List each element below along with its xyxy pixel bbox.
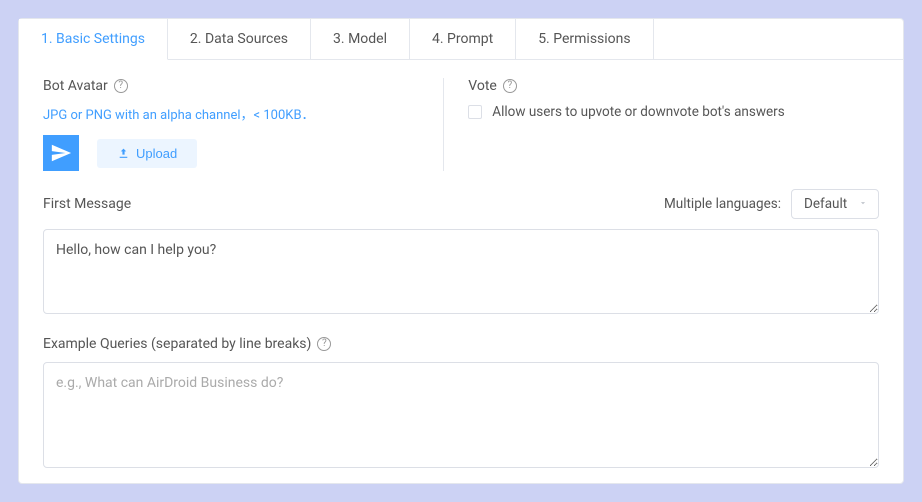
- chevron-down-icon: [858, 198, 868, 211]
- tab-model[interactable]: 3. Model: [311, 19, 410, 60]
- example-queries-section: Example Queries (separated by line break…: [43, 336, 879, 472]
- first-message-input[interactable]: [43, 229, 879, 314]
- tab-permissions[interactable]: 5. Permissions: [516, 19, 653, 60]
- vote-label: Vote: [468, 78, 497, 94]
- settings-card: 1. Basic Settings 2. Data Sources 3. Mod…: [18, 18, 904, 484]
- avatar-label: Bot Avatar: [43, 78, 108, 94]
- avatar-section: Bot Avatar ? JPG or PNG with an alpha ch…: [43, 78, 444, 171]
- help-icon[interactable]: ?: [317, 337, 331, 351]
- paper-plane-icon: [50, 142, 72, 164]
- tab-content: Bot Avatar ? JPG or PNG with an alpha ch…: [19, 60, 903, 483]
- example-queries-input[interactable]: [43, 362, 879, 468]
- avatar-preview[interactable]: [43, 135, 79, 171]
- help-icon[interactable]: ?: [114, 79, 128, 93]
- example-queries-label: Example Queries (separated by line break…: [43, 336, 311, 352]
- vote-checkbox[interactable]: [468, 105, 482, 119]
- tabs-nav: 1. Basic Settings 2. Data Sources 3. Mod…: [19, 19, 903, 60]
- avatar-hint: JPG or PNG with an alpha channel，< 100KB…: [43, 104, 419, 123]
- languages-label: Multiple languages:: [664, 196, 781, 212]
- languages-select-value: Default: [804, 196, 847, 212]
- tab-basic-settings[interactable]: 1. Basic Settings: [19, 19, 168, 60]
- upload-button[interactable]: Upload: [97, 139, 197, 168]
- vote-section: Vote ? Allow users to upvote or downvote…: [444, 78, 879, 171]
- vote-checkbox-label: Allow users to upvote or downvote bot's …: [492, 104, 784, 120]
- upload-button-label: Upload: [136, 146, 177, 161]
- first-message-label: First Message: [43, 196, 131, 212]
- help-icon[interactable]: ?: [503, 79, 517, 93]
- upload-icon: [117, 147, 130, 160]
- languages-select[interactable]: Default: [791, 189, 879, 219]
- tab-data-sources[interactable]: 2. Data Sources: [168, 19, 311, 60]
- first-message-section: First Message Multiple languages: Defaul…: [43, 189, 879, 318]
- tab-prompt[interactable]: 4. Prompt: [410, 19, 516, 60]
